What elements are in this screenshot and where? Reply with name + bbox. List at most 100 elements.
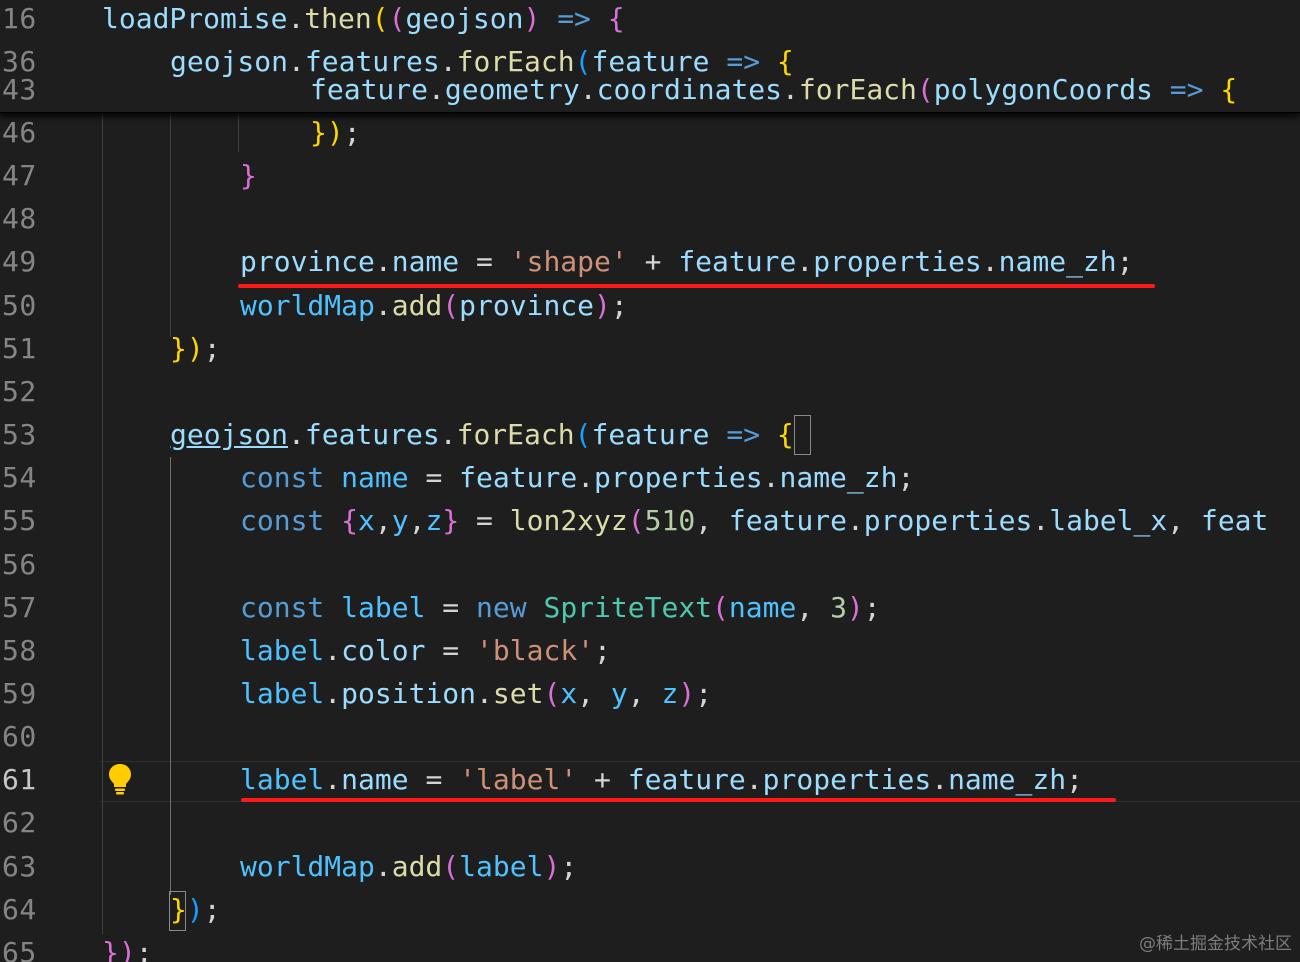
code-token-punctuation — [527, 591, 544, 624]
editor-line-53[interactable]: 53 geojson.features.forEach(feature => { — [0, 413, 1300, 456]
editor-line-63[interactable]: 63 worldMap.add(label); — [0, 845, 1300, 888]
code-text[interactable]: worldMap.add(province); — [240, 284, 628, 327]
code-token-bracket_purple: ) — [594, 289, 611, 322]
editor-line-62[interactable]: 62 — [0, 801, 1300, 844]
code-text[interactable]: const label = new SpriteText(name, 3); — [240, 586, 881, 629]
sticky-line-16[interactable]: 16 loadPromise.then((geojson) => { — [0, 0, 1300, 40]
code-text[interactable]: const name = feature.properties.name_zh; — [240, 456, 914, 499]
code-text[interactable]: worldMap.add(label); — [240, 845, 577, 888]
code-token-keyword: const — [240, 591, 325, 624]
code-text[interactable]: loadPromise.then((geojson) => { — [102, 0, 625, 40]
code-token-punctuation: = — [459, 245, 510, 278]
code-token-constant: worldMap — [240, 850, 375, 883]
editor-line-57[interactable]: 57 const label = new SpriteText(name, 3); — [0, 586, 1300, 629]
code-token-function: forEach — [456, 418, 575, 451]
line-number: 53 — [2, 418, 37, 451]
code-token-punctuation: . — [374, 289, 392, 322]
code-token-constant: label — [341, 591, 426, 624]
line-number: 47 — [2, 159, 37, 192]
code-text[interactable]: }); — [310, 111, 361, 154]
code-text[interactable]: }); — [170, 888, 221, 931]
code-token-punctuation: . — [579, 73, 597, 106]
editor-line-51[interactable]: 51}); — [0, 327, 1300, 370]
code-token-bracket_purple: } — [240, 159, 257, 192]
editor-line-59[interactable]: 59 label.position.set(x, y, z); — [0, 672, 1300, 715]
code-token-punctuation: ; — [695, 677, 713, 710]
code-token-bracket_purple: ( — [543, 677, 561, 710]
code-token-punctuation: . — [287, 2, 305, 35]
editor-line-48[interactable]: 48 — [0, 197, 1300, 240]
editor-line-52[interactable]: 52 — [0, 370, 1300, 413]
editor-line-47[interactable]: 47} — [0, 154, 1300, 197]
code-token-variable: feature — [678, 245, 797, 278]
code-text[interactable]: label.name = 'label' + feature.propertie… — [240, 758, 1083, 801]
sticky-scroll-header[interactable]: 16 loadPromise.then((geojson) => {36 geojs… — [0, 0, 1300, 113]
code-token-constant: worldMap — [240, 289, 375, 322]
line-number: 58 — [2, 634, 37, 667]
code-text[interactable]: }); — [102, 931, 153, 962]
code-token-variable: name — [341, 763, 409, 796]
code-token-variable: feature — [728, 504, 847, 537]
line-number: 49 — [2, 245, 37, 278]
line-number: 55 — [2, 504, 37, 537]
code-token-bracket_gold: } — [170, 893, 187, 926]
editor-line-54[interactable]: 54 const name = feature.properties.name_z… — [0, 456, 1300, 499]
lightbulb-icon[interactable] — [106, 762, 134, 798]
code-token-constant: label — [240, 634, 325, 667]
code-token-bracket_purple: { — [341, 504, 359, 537]
sticky-line-43[interactable]: 43 feature.geometry.coordinates.forEach(p… — [0, 68, 1300, 111]
code-token-bracket_purple: ) — [846, 591, 864, 624]
line-number: 61 — [2, 763, 37, 796]
code-token-punctuation: . — [324, 763, 342, 796]
code-token-punctuation: . — [762, 461, 780, 494]
code-token-constant: y — [391, 504, 409, 537]
code-token-variable: properties — [813, 245, 982, 278]
code-token-variable: properties — [762, 763, 932, 796]
code-token-punctuation: ; — [560, 850, 578, 883]
code-token-punctuation: , — [796, 591, 831, 624]
code-text[interactable]: label.position.set(x, y, z); — [240, 672, 712, 715]
editor-line-61[interactable]: 61 label.name = 'label' + feature.propert… — [0, 758, 1300, 801]
code-text[interactable]: label.color = 'black'; — [240, 629, 611, 672]
line-number: 46 — [2, 116, 37, 149]
code-token-variable: feature — [459, 461, 578, 494]
line-number: 52 — [2, 375, 37, 408]
code-token-function: forEach — [798, 73, 917, 106]
line-number: 50 — [2, 289, 37, 322]
editor-line-65[interactable]: 65}); — [0, 931, 1300, 962]
code-text[interactable]: const {x,y,z} = lon2xyz(510, feature.pro… — [240, 499, 1268, 542]
editor-line-55[interactable]: 55 const {x,y,z} = lon2xyz(510, feature.p… — [0, 499, 1300, 542]
code-token-constant: label — [240, 763, 325, 796]
code-token-punctuation: ; — [203, 893, 221, 926]
code-token-punctuation: = — [425, 591, 477, 624]
code-token-function: then — [304, 2, 372, 35]
code-token-bracket_purple: ) — [678, 677, 696, 710]
code-text[interactable]: }); — [170, 327, 221, 370]
editor-line-58[interactable]: 58 label.color = 'black'; — [0, 629, 1300, 672]
code-token-constant: z — [425, 504, 443, 537]
code-text[interactable]: geojson.features.forEach(feature => { — [170, 413, 794, 456]
code-token-punctuation: , — [577, 677, 611, 710]
code-token-constant: x — [560, 677, 578, 710]
editor-line-60[interactable]: 60 — [0, 715, 1300, 758]
code-text[interactable]: feature.geometry.coordinates.forEach(pol… — [310, 68, 1237, 111]
editor-line-64[interactable]: 64}); — [0, 888, 1300, 931]
editor-line-49[interactable]: 49 province.name = 'shape' + feature.prop… — [0, 240, 1300, 283]
code-token-number: 3 — [830, 591, 847, 624]
editor-line-50[interactable]: 50 worldMap.add(province); — [0, 284, 1300, 327]
editor-line-46[interactable]: 46}); — [0, 111, 1300, 154]
code-text[interactable]: province.name = 'shape' + feature.proper… — [240, 240, 1134, 283]
line-number: 63 — [2, 850, 37, 883]
code-token-variable: feature — [591, 418, 710, 451]
code-token-punctuation — [709, 418, 726, 451]
code-token-punctuation: . — [428, 73, 445, 106]
code-token-punctuation: + — [627, 245, 679, 278]
code-token-bracket_purple: ) — [543, 850, 561, 883]
code-text[interactable]: } — [240, 154, 257, 197]
editor-line-56[interactable]: 56 — [0, 543, 1300, 586]
code-token-keyword: => — [726, 418, 761, 451]
code-editor[interactable]: 46}); 47} 48 49 province.name = 'shape' + fe… — [0, 0, 1300, 962]
code-token-function: set — [492, 677, 544, 710]
code-token-type: SpriteText — [543, 591, 713, 624]
code-token-punctuation: . — [324, 677, 342, 710]
